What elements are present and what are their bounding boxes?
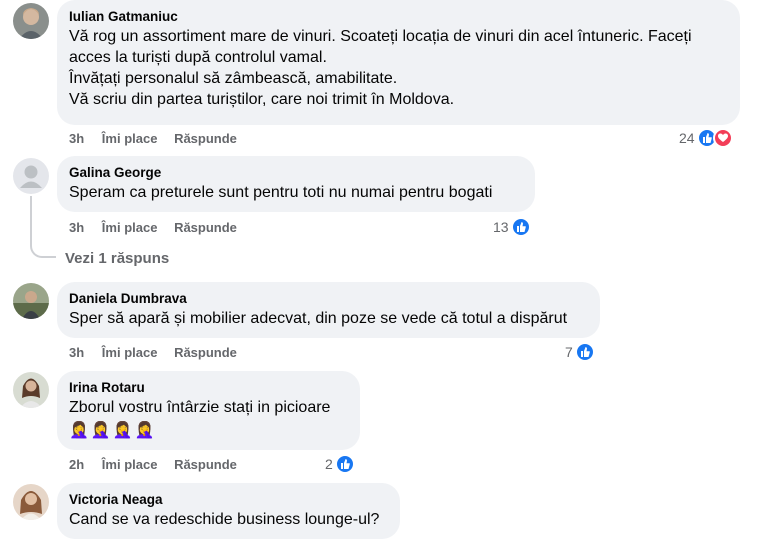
comment-actions: 3h Îmi place Răspunde xyxy=(69,345,250,361)
emoji-row: 🤦‍♀️ 🤦‍♀️ 🤦‍♀️ 🤦‍♀️ xyxy=(69,421,348,441)
comment-time[interactable]: 3h xyxy=(69,220,84,235)
thread-connector xyxy=(30,196,56,258)
facepalm-emoji: 🤦‍♀️ xyxy=(112,422,133,439)
comment-text: Cand se va redeschide business lounge-ul… xyxy=(69,511,380,528)
reaction-count: 24 xyxy=(679,130,695,146)
comment-actions: 3h Îmi place Răspunde xyxy=(69,220,250,236)
love-icon xyxy=(712,128,733,148)
comment-text: Speram ca preturele sunt pentru toti nu … xyxy=(69,184,493,201)
like-button[interactable]: Îmi place xyxy=(102,131,158,146)
reaction-summary[interactable]: 7 xyxy=(565,342,595,362)
reaction-count: 7 xyxy=(565,344,573,360)
comment-author[interactable]: Irina Rotaru xyxy=(69,379,348,396)
comment-bubble: Victoria Neaga Cand se va redeschide bus… xyxy=(57,483,400,539)
avatar[interactable] xyxy=(13,158,49,194)
comment-time[interactable]: 2h xyxy=(69,457,84,472)
comment-time[interactable]: 3h xyxy=(69,131,84,146)
comment-bubble: Galina George Speram ca preturele sunt p… xyxy=(57,156,535,212)
avatar[interactable] xyxy=(13,283,49,319)
comment-bubble: Daniela Dumbrava Sper să apară și mobili… xyxy=(57,282,600,338)
comment-author[interactable]: Daniela Dumbrava xyxy=(69,290,588,307)
facepalm-emoji: 🤦‍♀️ xyxy=(134,422,155,439)
reply-button[interactable]: Răspunde xyxy=(174,457,237,472)
reaction-count: 13 xyxy=(493,219,509,235)
facepalm-emoji: 🤦‍♀️ xyxy=(90,422,111,439)
comment-author[interactable]: Iulian Gatmaniuc xyxy=(69,8,728,25)
like-button[interactable]: Îmi place xyxy=(102,220,158,235)
comment-text: Vă rog un assortiment mare de vinuri. Sc… xyxy=(69,28,692,108)
like-button[interactable]: Îmi place xyxy=(102,457,158,472)
reaction-summary[interactable]: 2 xyxy=(325,454,355,474)
comment-bubble: Iulian Gatmaniuc Vă rog un assortiment m… xyxy=(57,0,740,125)
like-icon xyxy=(510,217,531,237)
reaction-summary[interactable]: 13 xyxy=(493,217,531,237)
reply-button[interactable]: Răspunde xyxy=(174,220,237,235)
reaction-summary[interactable]: 24 xyxy=(679,128,733,148)
view-replies-link[interactable]: Vezi 1 răspuns xyxy=(65,250,169,267)
facepalm-emoji: 🤦‍♀️ xyxy=(69,422,89,439)
comment-text: Zborul vostru întârzie stați in picioare xyxy=(69,399,331,416)
comment-text: Sper să apară și mobilier adecvat, din p… xyxy=(69,310,568,327)
like-icon xyxy=(334,454,355,474)
comment-author[interactable]: Galina George xyxy=(69,164,523,181)
comment-bubble: Irina Rotaru Zborul vostru întârzie staț… xyxy=(57,371,360,450)
like-icon xyxy=(574,342,595,362)
comment-actions: 3h Îmi place Răspunde xyxy=(69,131,250,147)
avatar[interactable] xyxy=(13,484,49,520)
comment-actions: 2h Îmi place Răspunde xyxy=(69,457,250,473)
reaction-count: 2 xyxy=(325,456,333,472)
reply-button[interactable]: Răspunde xyxy=(174,345,237,360)
reply-button[interactable]: Răspunde xyxy=(174,131,237,146)
avatar[interactable] xyxy=(13,372,49,408)
avatar[interactable] xyxy=(13,3,49,39)
comment-author[interactable]: Victoria Neaga xyxy=(69,491,388,508)
comment-time[interactable]: 3h xyxy=(69,345,84,360)
like-button[interactable]: Îmi place xyxy=(102,345,158,360)
